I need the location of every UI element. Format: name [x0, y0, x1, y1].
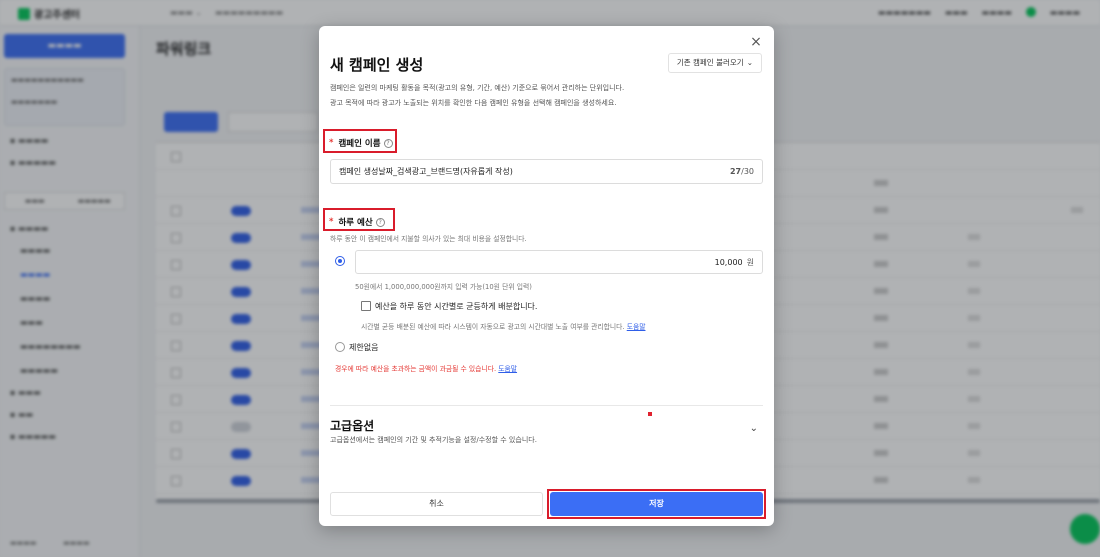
counter-max: /30	[741, 167, 754, 176]
campaign-name-label: * 캠페인 이름 ?	[329, 137, 393, 149]
create-campaign-modal: × 새 캠페인 생성 기존 캠페인 불러오기 ⌄ 캠페인은 일련의 마케팅 활동…	[319, 26, 774, 526]
advanced-options-title[interactable]: 고급옵션	[330, 417, 374, 434]
modal-footer: 취소 저장	[319, 486, 774, 526]
budget-overcharge-warning: 경우에 따라 예산을 초과하는 금액이 과금될 수 있습니다. 도움말	[335, 363, 517, 373]
campaign-name-input[interactable]: 캠페인 생성날짜_검색광고_브랜드명(자유롭게 작성) 27/30	[330, 159, 763, 184]
modal-description: 캠페인은 일련의 마케팅 활동을 목적(광고의 유형, 기간, 예산) 기준으로…	[330, 81, 760, 111]
distribute-budget-checkbox[interactable]	[361, 301, 371, 311]
help-icon[interactable]: ?	[375, 217, 385, 227]
counter-current: 27	[729, 167, 742, 176]
distribute-budget-label[interactable]: 예산을 하루 동안 시간별로 균등하게 배분합니다.	[375, 301, 537, 312]
budget-range-hint: 50원에서 1,000,000,000원까지 입력 가능(10원 단위 입력)	[355, 283, 532, 291]
load-existing-campaign-label: 기존 캠페인 불러오기	[676, 58, 744, 67]
description-line: 캠페인은 일련의 마케팅 활동을 목적(광고의 유형, 기간, 예산) 기준으로…	[330, 84, 625, 92]
campaign-name-counter: 27/30	[730, 167, 754, 176]
campaign-name-value: 캠페인 생성날짜_검색광고_브랜드명(자유롭게 작성)	[339, 167, 513, 176]
modal-title: 새 캠페인 생성	[330, 56, 424, 74]
daily-budget-hint: 하루 동안 이 캠페인에서 지불할 의사가 있는 최대 비용을 설정합니다.	[330, 235, 527, 243]
required-marker: *	[329, 217, 334, 227]
daily-budget-label: * 하루 예산 ?	[329, 216, 385, 228]
section-divider	[330, 405, 763, 406]
no-limit-radio[interactable]	[335, 342, 345, 352]
currency-unit: 원	[746, 257, 754, 267]
close-icon[interactable]: ×	[748, 34, 764, 50]
distribute-budget-hint: 시간별 균등 배분된 예산에 따라 시스템이 자동으로 광고의 시간대별 노출 …	[361, 321, 645, 331]
required-marker: *	[329, 138, 334, 148]
campaign-name-label-text: 캠페인 이름	[338, 139, 381, 149]
load-existing-campaign-button[interactable]: 기존 캠페인 불러오기 ⌄	[667, 53, 762, 73]
help-icon[interactable]: ?	[383, 138, 393, 148]
annotation-highlight-save	[547, 489, 766, 519]
chevron-down-icon[interactable]: ⌄	[750, 423, 758, 434]
annotation-dot	[648, 412, 652, 416]
chevron-down-icon: ⌄	[746, 58, 753, 67]
description-line: 광고 목적에 따라 광고가 노출되는 위치를 확인한 다음 캠페인 유형을 선택…	[330, 99, 617, 107]
advanced-options-description: 고급옵션에서는 캠페인의 기간 및 추적기능을 설정/수정할 수 있습니다.	[330, 436, 537, 444]
cancel-button[interactable]: 취소	[330, 492, 543, 516]
distribute-hint-text: 시간별 균등 배분된 예산에 따라 시스템이 자동으로 광고의 시간대별 노출 …	[361, 323, 625, 331]
no-limit-label[interactable]: 제한없음	[349, 342, 378, 353]
daily-budget-value: 10,000	[714, 257, 743, 267]
daily-budget-label-text: 하루 예산	[338, 218, 373, 228]
help-link[interactable]: 도움말	[627, 323, 646, 331]
budget-amount-radio[interactable]	[335, 256, 345, 266]
warning-help-link[interactable]: 도움말	[498, 365, 517, 373]
daily-budget-input[interactable]: 10,000 원	[355, 250, 763, 274]
warning-text: 경우에 따라 예산을 초과하는 금액이 과금될 수 있습니다.	[335, 365, 497, 373]
